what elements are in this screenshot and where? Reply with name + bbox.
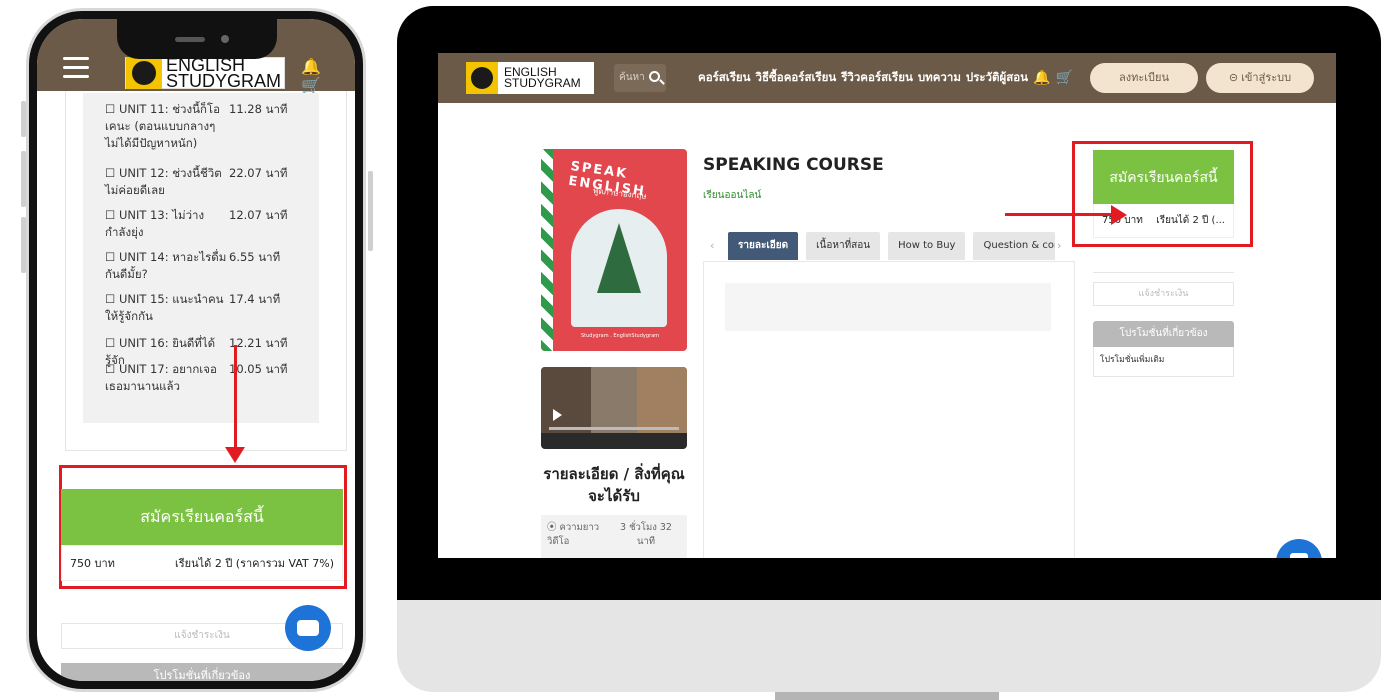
- unit-duration: 12.07 นาที: [229, 208, 288, 222]
- main-nav: คอร์สเรียน วิธีซื้อคอร์สเรียน รีวิวคอร์ส…: [698, 53, 1073, 103]
- video-length-label: ⦿ ความยาววิดีโอ: [547, 522, 600, 547]
- phone-speaker: [175, 37, 205, 42]
- unit-title: ☐ UNIT 14: หาอะไรดื่มกันดีมั้ย?: [105, 250, 227, 281]
- brand-line-2: STUDYGRAM: [504, 76, 581, 90]
- search-input[interactable]: ค้นหา: [614, 64, 666, 92]
- red-arrow-down: [234, 345, 237, 449]
- play-icon[interactable]: [553, 409, 562, 421]
- cover-window-scene: [571, 209, 667, 327]
- phone-volume-up-button: [21, 151, 26, 207]
- phone-mute-button: [21, 101, 26, 137]
- unit-item: ☐ UNIT 14: หาอะไรดื่มกันดีมั้ย?6.55 นาที: [105, 249, 305, 283]
- phone-power-button: [368, 171, 373, 251]
- brand-name: ENGLISH STUDYGRAM: [162, 56, 282, 91]
- heart-logo-icon: [466, 62, 498, 94]
- desktop-screen: ENGLISH STUDYGRAM ค้นหา คอร์สเรียน วิธีซ…: [438, 53, 1336, 558]
- unit-duration: 22.07 นาที: [229, 166, 288, 180]
- tab-content[interactable]: เนื้อหาที่สอน: [806, 232, 881, 260]
- enroll-button-desktop[interactable]: สมัครเรียนคอร์สนี้: [1093, 150, 1234, 204]
- course-tabs: รายละเอียด เนื้อหาที่สอน How to Buy Ques…: [714, 232, 1056, 260]
- unit-item: ☐ UNIT 15: แนะนำคนให้รู้จักกัน 17.4 นาที: [105, 291, 305, 325]
- unit-duration: 10.05 นาที: [229, 362, 288, 376]
- video-frame-panel: [591, 367, 637, 433]
- cart-icon[interactable]: 🛒: [1055, 70, 1072, 86]
- unit-title: ☐ UNIT 12: ช่วงนี้ชีวิตไม่ค่อยดีเลย: [105, 166, 222, 197]
- panel-placeholder-block: [725, 283, 1051, 331]
- hamburger-icon[interactable]: [63, 57, 89, 78]
- course-cover-image: SPEAK ENGLISH พูดภาษาอังกฤษ Studygram . …: [541, 149, 687, 351]
- access-duration-text: เรียนได้ 2 ปี (...: [1156, 215, 1225, 226]
- details-heading: รายละเอียด / สิ่งที่คุณจะได้รับ: [543, 465, 685, 505]
- search-icon[interactable]: [649, 71, 660, 82]
- course-title: SPEAKING COURSE: [703, 155, 884, 175]
- red-arrow-down-head: [225, 447, 245, 463]
- desktop-logo[interactable]: ENGLISH STUDYGRAM: [466, 62, 594, 94]
- chat-icon[interactable]: [1276, 539, 1322, 558]
- unit-list: ☐ UNIT 11: ช่วงนี้ก็โอเคนะ (ตอนแบบกลางๆ …: [83, 93, 319, 423]
- promo-item-more[interactable]: โปรโมชั่นเพิ่มเติม: [1093, 347, 1234, 377]
- composite-stage: ENGLISH STUDYGRAM 🔔 🛒 ☐ UNIT 11: ช่วงนี้…: [0, 0, 1400, 700]
- brand-line-2: STUDYGRAM: [166, 71, 282, 91]
- bell-icon[interactable]: 🔔: [1033, 70, 1050, 86]
- phone-camera: [221, 35, 229, 43]
- unit-title: ☐ UNIT 11: ช่วงนี้ก็โอเคนะ (ตอนแบบกลางๆ …: [105, 102, 221, 150]
- unit-item: ☐ UNIT 13: ไม่ว่างกำลังยุ่ง 12.07 นาที: [105, 207, 305, 241]
- heart-logo-icon: [126, 57, 162, 89]
- brand-name: ENGLISH STUDYGRAM: [498, 66, 581, 90]
- payment-notify-button-desktop[interactable]: แจ้งชำระเงิน: [1093, 282, 1234, 306]
- divider: [1093, 272, 1234, 273]
- video-length-value: 3 ชั่วโมง 32 นาที: [620, 522, 672, 547]
- monitor-chin: [397, 600, 1381, 692]
- unit-item: ☐ UNIT 12: ช่วงนี้ชีวิตไม่ค่อยดีเลย 22.07…: [105, 165, 305, 199]
- tab-how-to-buy[interactable]: How to Buy: [888, 232, 966, 260]
- access-duration-text: เรียนได้ 2 ปี (ราคารวม VAT 7%): [175, 557, 334, 570]
- phone-volume-down-button: [21, 217, 26, 273]
- phone-mockup: ENGLISH STUDYGRAM 🔔 🛒 ☐ UNIT 11: ช่วงนี้…: [21, 8, 373, 692]
- related-promo-header-mobile: โปรโมชั่นที่เกี่ยวข้อง: [61, 663, 343, 681]
- red-arrow-right: [1005, 213, 1113, 216]
- tab-question-comment[interactable]: Question & com: [973, 232, 1056, 260]
- phone-screen: ENGLISH STUDYGRAM 🔔 🛒 ☐ UNIT 11: ช่วงนี้…: [37, 19, 355, 681]
- login-button[interactable]: ⊝ เข้าสู่ระบบ: [1206, 63, 1314, 93]
- unit-item: ☐ UNIT 11: ช่วงนี้ก็โอเคนะ (ตอนแบบกลางๆ …: [105, 101, 305, 152]
- video-progress-bar[interactable]: [549, 427, 679, 430]
- nav-item-reviews[interactable]: รีวิวคอร์สเรียน: [841, 69, 913, 87]
- unit-duration: 11.28 นาที: [229, 102, 288, 116]
- nav-item-courses[interactable]: คอร์สเรียน: [698, 69, 751, 87]
- desktop-header: ENGLISH STUDYGRAM ค้นหา คอร์สเรียน วิธีซ…: [438, 53, 1336, 103]
- tab-scroll-right-icon[interactable]: ›: [1057, 239, 1061, 252]
- unit-duration: 12.21 นาที: [229, 336, 288, 350]
- video-frame-panel: [637, 367, 687, 433]
- video-length-info: ⦿ ความยาววิดีโอ 3 ชั่วโมง 32 นาที: [541, 515, 687, 558]
- enroll-button-mobile[interactable]: สมัครเรียนคอร์สนี้: [61, 489, 343, 545]
- mobile-header-icons[interactable]: 🔔 🛒: [301, 57, 355, 95]
- red-arrow-right-head: [1111, 205, 1127, 225]
- nav-item-instructor[interactable]: ประวัติผู้สอน: [966, 69, 1028, 87]
- unit-duration: 6.55 นาที: [229, 250, 281, 264]
- unit-duration: 17.4 นาที: [229, 292, 281, 306]
- unit-title: ☐ UNIT 17: อยากเจอเธอมานานแล้ว: [105, 362, 217, 393]
- unit-title: ☐ UNIT 15: แนะนำคนให้รู้จักกัน: [105, 292, 224, 323]
- candy-stripe: [541, 149, 553, 351]
- search-placeholder: ค้นหา: [619, 72, 645, 83]
- unit-item: ☐ UNIT 17: อยากเจอเธอมานานแล้ว 10.05 นาที: [105, 361, 305, 395]
- monitor-stand: [775, 692, 999, 700]
- video-frame-panel: [541, 367, 591, 433]
- chat-icon[interactable]: [285, 605, 331, 651]
- preview-video[interactable]: [541, 367, 687, 449]
- desktop-monitor-mockup: ENGLISH STUDYGRAM ค้นหา คอร์สเรียน วิธีซ…: [397, 6, 1381, 700]
- price-row-mobile: 750 บาท เรียนได้ 2 ปี (ราคารวม VAT 7%): [61, 545, 343, 581]
- course-mode: เรียนออนไลน์: [703, 190, 762, 201]
- related-promo-header-desktop: โปรโมชั่นที่เกี่ยวข้อง: [1093, 321, 1234, 347]
- nav-item-how-to-buy[interactable]: วิธีซื้อคอร์สเรียน: [756, 69, 837, 87]
- phone-notch: [117, 19, 277, 59]
- tab-details[interactable]: รายละเอียด: [728, 232, 799, 260]
- cover-footer: Studygram . EnglishStudygram: [581, 333, 660, 339]
- mobile-logo[interactable]: ENGLISH STUDYGRAM: [125, 56, 285, 91]
- unit-title: ☐ UNIT 13: ไม่ว่างกำลังยุ่ง: [105, 208, 205, 239]
- register-button[interactable]: ลงทะเบียน: [1090, 63, 1198, 93]
- christmas-tree-icon: [597, 223, 641, 293]
- nav-item-articles[interactable]: บทความ: [918, 69, 961, 87]
- price-text: 750 บาท: [70, 557, 115, 570]
